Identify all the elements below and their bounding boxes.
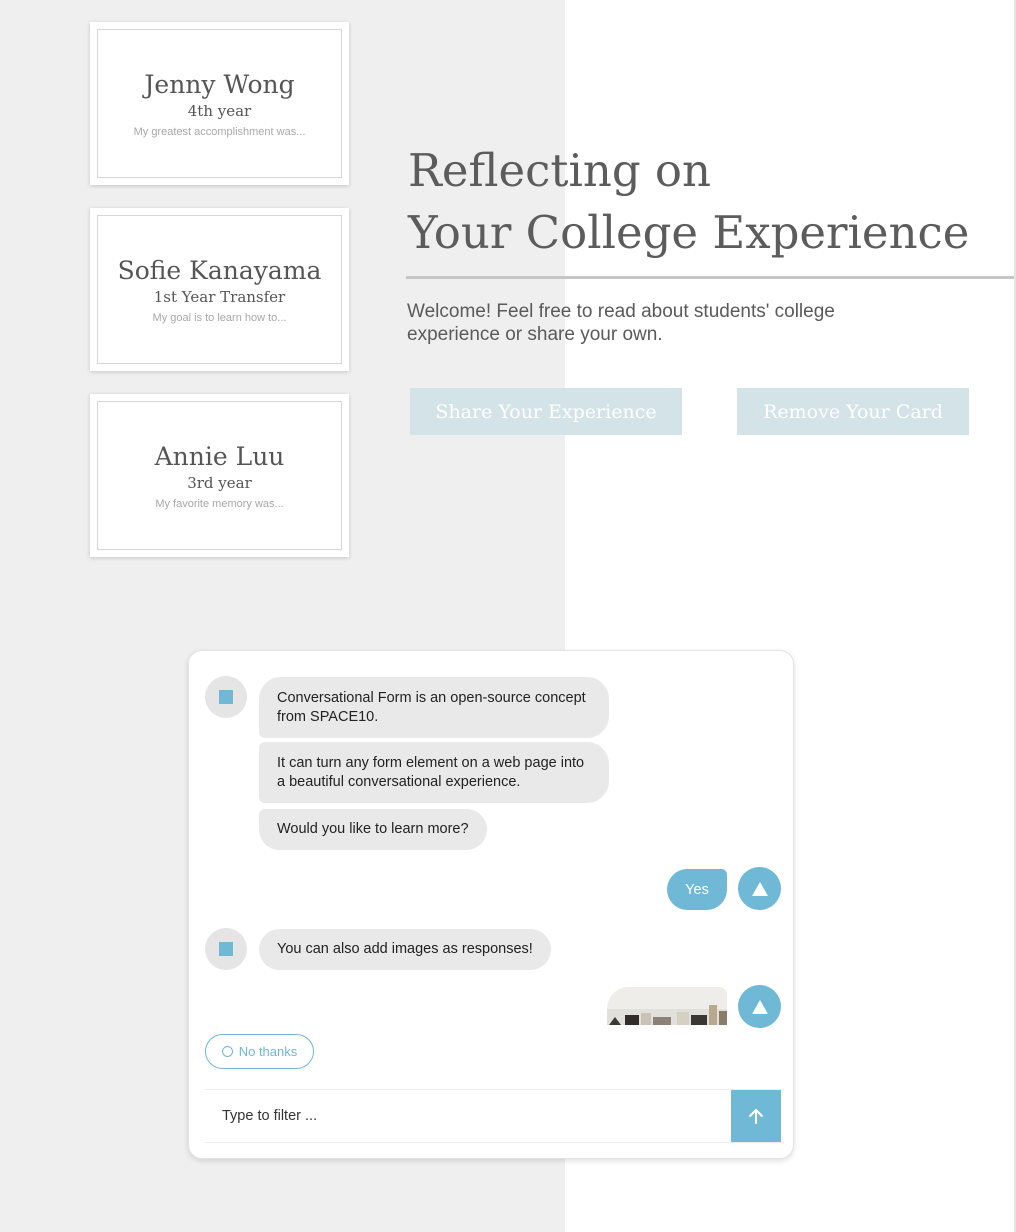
card-name: Jenny Wong [144, 69, 295, 99]
triangle-up-icon [751, 999, 768, 1014]
triangle-up-icon [751, 881, 768, 896]
card-snippet: My favorite memory was... [155, 497, 284, 510]
student-card-annie-luu[interactable]: Annie Luu 3rd year My favorite memory wa… [90, 394, 349, 557]
bot-message: Would you like to learn more? [259, 809, 487, 850]
no-thanks-label: No thanks [238, 1044, 298, 1059]
card-inner-border: Annie Luu 3rd year My favorite memory wa… [97, 401, 342, 550]
chat-input-row [205, 1089, 781, 1143]
bot-message: It can turn any form element on a web pa… [259, 742, 609, 803]
card-name: Annie Luu [154, 441, 285, 471]
bot-avatar [205, 928, 247, 970]
page-title-line-2: Your College Experience [408, 206, 970, 259]
image-response-thumbnail [607, 987, 727, 1025]
room-photo-image [607, 987, 727, 1025]
card-snippet: My greatest accomplishment was... [133, 125, 306, 138]
filter-input[interactable] [205, 1090, 729, 1142]
card-year: 4th year [187, 101, 252, 120]
user-avatar [738, 867, 781, 910]
bot-avatar [205, 676, 247, 718]
bot-message: Conversational Form is an open-source co… [259, 677, 609, 738]
student-card-jenny-wong[interactable]: Jenny Wong 4th year My greatest accompli… [90, 22, 349, 185]
title-divider [406, 276, 1014, 279]
circle-icon [221, 1046, 233, 1057]
no-thanks-option[interactable]: No thanks [205, 1034, 314, 1069]
student-card-sofie-kanayama[interactable]: Sofie Kanayama 1st Year Transfer My goal… [90, 208, 349, 371]
remove-card-button[interactable]: Remove Your Card [737, 388, 969, 435]
card-year: 3rd year [187, 473, 252, 492]
arrow-up-icon [749, 1109, 763, 1124]
user-reply-bubble: Yes [667, 869, 727, 910]
page-title-line-1: Reflecting on [408, 144, 712, 197]
user-avatar [738, 985, 781, 1028]
chat-widget: Conversational Form is an open-source co… [188, 650, 794, 1159]
share-experience-button[interactable]: Share Your Experience [410, 388, 682, 435]
card-year: 1st Year Transfer [153, 287, 286, 306]
page-title: Reflecting on Your College Experience [408, 140, 969, 264]
card-snippet: My goal is to learn how to... [152, 311, 287, 324]
welcome-text: Welcome! Feel free to read about student… [407, 301, 835, 345]
square-icon [219, 690, 233, 704]
square-icon [219, 942, 233, 956]
card-inner-border: Jenny Wong 4th year My greatest accompli… [97, 29, 342, 178]
card-inner-border: Sofie Kanayama 1st Year Transfer My goal… [97, 215, 342, 364]
bot-message: You can also add images as responses! [259, 929, 551, 970]
send-button[interactable] [731, 1090, 781, 1142]
card-name: Sofie Kanayama [117, 255, 322, 285]
